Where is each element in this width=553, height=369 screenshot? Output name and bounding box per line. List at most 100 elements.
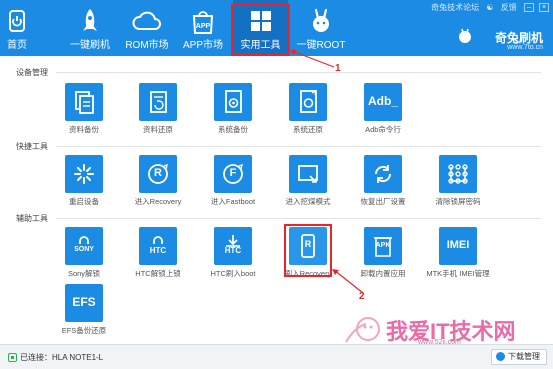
nav-app-market-label: APP市场: [182, 40, 223, 51]
tool-tile[interactable]: R: [139, 155, 177, 193]
home-icon: [9, 10, 25, 32]
tool-data-restore[interactable]: 资料还原: [126, 83, 190, 134]
tool-tile[interactable]: [65, 155, 103, 193]
tool-system-restore[interactable]: 系统还原: [276, 83, 340, 134]
brand-url: www.7to.cn: [507, 44, 543, 51]
system-backup-icon: [225, 90, 242, 113]
tool-tile[interactable]: APK: [364, 227, 402, 265]
rabbit-icon: [313, 8, 329, 32]
tool-tile[interactable]: SONY: [65, 227, 103, 265]
tool-mtk-imei[interactable]: IMEI MTK手机 IMEI管理: [426, 227, 490, 278]
doc-backup-icon: [75, 91, 94, 114]
nav-app-market[interactable]: APP APP市场: [178, 0, 228, 56]
rocket-icon: [83, 9, 97, 31]
tool-system-backup[interactable]: 系统备份: [201, 83, 265, 134]
tool-tile[interactable]: [439, 155, 477, 193]
tool-restart-device[interactable]: 重启设备: [52, 155, 116, 206]
brand-logo-icon: [459, 28, 471, 43]
forum-link[interactable]: 奇兔技术论坛: [431, 2, 479, 13]
shirt-icon[interactable]: ☯: [486, 3, 493, 12]
adb-icon: Adb_: [368, 94, 398, 108]
factory-reset-icon: [374, 165, 392, 183]
tool-tile[interactable]: HTC: [214, 227, 252, 265]
nav-home[interactable]: 首页: [0, 0, 34, 56]
nav-rom-market-label: ROM市场: [125, 40, 169, 51]
tool-tile[interactable]: [214, 83, 252, 121]
recovery-highlight-box: [284, 224, 332, 277]
nav-home-label: 首页: [7, 40, 27, 51]
tool-enter-recovery[interactable]: R 进入Recovery: [126, 155, 190, 206]
status-bar: 已连接：HLA NOTE1-L 下载管理: [0, 344, 553, 369]
tool-label: HTC解锁上锁: [135, 269, 181, 278]
tool-clear-lock[interactable]: 清除锁屏密码: [426, 155, 490, 206]
tool-htc-flash-boot[interactable]: HTC HTC刷入boot: [201, 227, 265, 278]
mascot-icon: [345, 317, 380, 343]
download-manager-button[interactable]: 下载管理: [491, 349, 547, 365]
close-button[interactable]: ×: [539, 3, 549, 12]
tool-tile[interactable]: [65, 83, 103, 121]
minimize-button[interactable]: –: [524, 3, 534, 12]
htc-boot-text: HTC: [224, 246, 242, 255]
tool-htc-unlock[interactable]: HTC HTC解锁上锁: [126, 227, 190, 278]
tool-tile[interactable]: [364, 155, 402, 193]
tool-sony-unlock[interactable]: SONY Sony解锁: [52, 227, 116, 278]
connection-status-text: 已连接：HLA NOTE1-L: [20, 353, 104, 362]
doc-restore-icon: [150, 91, 167, 113]
feedback-link[interactable]: 反馈: [501, 2, 517, 13]
app-bag-icon: APP: [192, 11, 214, 34]
tool-data-backup[interactable]: 资料备份: [52, 83, 116, 134]
tool-efs-backup[interactable]: EFS EFS备份还原: [52, 284, 116, 335]
tool-label: EFS备份还原: [61, 326, 107, 335]
tool-enter-fastboot[interactable]: F 进入Fastboot: [201, 155, 265, 206]
tool-label: MTK手机 IMEI管理: [426, 269, 490, 278]
tool-label: 进入Fastboot: [210, 197, 256, 206]
nav-one-click-flash-label: 一键刷机: [70, 40, 110, 51]
recovery-r-letter: R: [154, 167, 162, 179]
tool-tile[interactable]: EFS: [65, 284, 103, 322]
screen-mode-icon: [298, 165, 318, 183]
tool-label: 清除锁屏密码: [435, 197, 481, 206]
tool-label: 进入Recovery: [134, 197, 182, 206]
imei-icon: IMEI: [446, 239, 470, 251]
watermark: 我爱IT技术网 www.52ij.com: [334, 312, 549, 346]
tool-tile[interactable]: Adb_: [364, 83, 402, 121]
apk-text: APK: [375, 242, 391, 249]
marker-2: 2: [359, 291, 365, 302]
sony-icon: SONY: [74, 246, 94, 253]
phone-connected-icon: [8, 353, 17, 363]
tool-label: 系统还原: [293, 125, 323, 134]
download-icon: [496, 352, 505, 362]
svg-text:APP: APP: [196, 23, 211, 30]
tool-label: 恢复出厂设置: [360, 197, 406, 206]
tool-tile[interactable]: [289, 155, 327, 193]
section-title-auxiliary: 辅助工具: [16, 214, 48, 223]
tool-label: 资料还原: [143, 125, 173, 134]
connection-status: 已连接：HLA NOTE1-L: [8, 352, 103, 363]
nav-one-click-flash[interactable]: 一键刷机: [64, 0, 116, 56]
tool-factory-reset[interactable]: 恢复出厂设置: [351, 155, 415, 206]
tool-adb-command[interactable]: Adb_ Adb命令行: [351, 83, 415, 134]
window-top-links: 奇兔技术论坛 ☯ 反馈 – ×: [426, 2, 549, 13]
htc-lock-text: HTC: [149, 246, 167, 255]
tool-tile[interactable]: IMEI: [439, 227, 477, 265]
tool-label: 资料备份: [69, 125, 99, 134]
section-title-device: 设备管理: [16, 68, 48, 77]
cloud-icon: [132, 11, 161, 30]
tool-tile[interactable]: F: [214, 155, 252, 193]
tool-tile[interactable]: HTC: [139, 227, 177, 265]
section-divider: [56, 72, 541, 73]
system-restore-icon: [300, 89, 318, 113]
tool-label: HTC刷入boot: [210, 269, 256, 278]
nav-rom-market[interactable]: ROM市场: [122, 0, 172, 56]
tool-label: Sony解锁: [67, 269, 101, 278]
tool-enter-mode[interactable]: 进入挖煤模式: [276, 155, 340, 206]
pattern-lock-icon: [448, 164, 468, 184]
tool-tile[interactable]: [289, 83, 327, 121]
tool-label: 系统备份: [218, 125, 248, 134]
tool-label: Adb命令行: [365, 125, 401, 134]
section-title-shortcut: 快捷工具: [16, 142, 48, 151]
section-divider: [56, 146, 541, 147]
fastboot-f-letter: F: [229, 167, 237, 179]
download-manager-label: 下载管理: [508, 352, 540, 361]
tool-tile[interactable]: [139, 83, 177, 121]
